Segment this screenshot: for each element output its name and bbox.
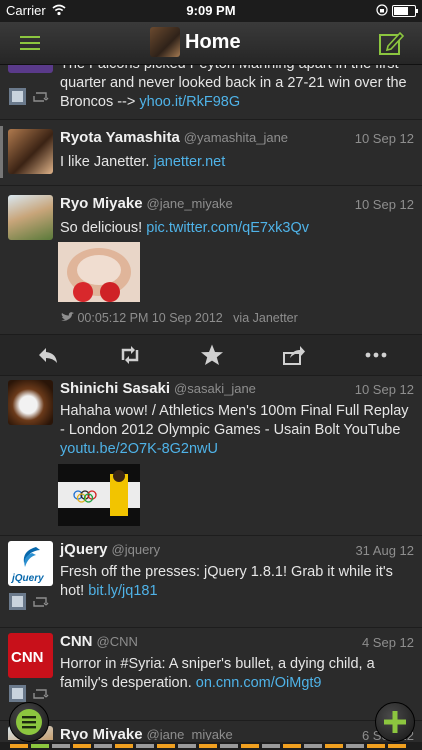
tweet-handle: @jane_miyake: [146, 196, 233, 211]
indicator-segment: [10, 744, 28, 748]
tweet-date: 10 Sep 12: [354, 197, 414, 212]
timeline[interactable]: The Falcons picked Peyton Manning apart …: [0, 65, 422, 740]
jquery-logo: jQuery: [10, 547, 44, 584]
tweet-link[interactable]: janetter.net: [154, 154, 226, 170]
tweet-item-selected[interactable]: Ryo Miyake @jane_miyake 10 Sep 12 So deli…: [0, 186, 422, 333]
video-thumbnail[interactable]: [58, 464, 140, 526]
indicator-segment: [220, 744, 238, 748]
new-tweet-fab[interactable]: [375, 702, 415, 742]
svg-text:jQuery: jQuery: [10, 573, 44, 584]
tweet-photo-thumbnail[interactable]: [58, 242, 140, 302]
indicator-segment: [325, 744, 343, 748]
page-title: Home: [185, 31, 241, 53]
status-bar: Carrier 9:09 PM: [0, 0, 422, 22]
indicator-segment: [73, 744, 91, 748]
indicator-segment: [115, 744, 133, 748]
indicator-segment: [157, 744, 175, 748]
tweet-author[interactable]: Ryo Miyake @jane_miyake: [60, 195, 233, 212]
tweet-author[interactable]: Ryota Yamashita @yamashita_jane: [60, 129, 288, 146]
account-avatar: [150, 27, 180, 57]
indicator-segment: [52, 744, 70, 748]
tweet-author[interactable]: jQuery @jquery: [60, 541, 160, 558]
nav-bar: Home: [0, 22, 422, 65]
user-avatar[interactable]: [8, 195, 53, 240]
battery-icon: [392, 5, 418, 17]
tweet-author[interactable]: CNN @CNN: [60, 633, 138, 650]
tweet-date: 4 Sep 12: [361, 635, 414, 650]
indicator-segment: [367, 744, 385, 748]
tweet-author[interactable]: Ryo Miyake @jane_miyake: [60, 726, 233, 740]
tweet-handle: @CNN: [96, 634, 138, 649]
indicator-segment: [388, 744, 406, 748]
indicator-segment: [283, 744, 301, 748]
reply-icon[interactable]: [36, 343, 60, 367]
indicator-segment: [94, 744, 112, 748]
tweet-handle: @yamashita_jane: [183, 130, 289, 145]
tweet-item[interactable]: Ryo Miyake@jane_miyake 6 Sep 12: [0, 721, 422, 740]
indicator-segment: [241, 744, 259, 748]
menu-fab[interactable]: [9, 702, 49, 742]
favorite-star-icon[interactable]: [200, 343, 224, 367]
retweet-indicator-icon: [9, 685, 49, 702]
tweet-item[interactable]: The Falcons picked Peyton Manning apart …: [0, 65, 422, 120]
tweet-date: 10 Sep 12: [354, 131, 414, 146]
plus-icon: [384, 711, 406, 733]
tweet-link[interactable]: pic.twitter.com/qE7xk3Qv: [146, 220, 309, 236]
indicator-segment: [304, 744, 322, 748]
retweet-indicator-icon: [9, 593, 49, 610]
unread-marker: [0, 126, 3, 178]
tweet-date: 31 Aug 12: [355, 543, 414, 558]
tweet-item[interactable]: CNN CNN @CNN 4 Sep 12 Horror in #Syria: A…: [0, 628, 422, 721]
indicator-segment: [136, 744, 154, 748]
tweet-meta: 00:05:12 PM 10 Sep 2012 via Janetter: [60, 311, 298, 325]
list-icon: [16, 709, 42, 735]
tweet-link[interactable]: on.cnn.com/OiMgt9: [196, 675, 322, 691]
user-avatar[interactable]: [8, 129, 53, 174]
tweet-action-bar: [0, 334, 422, 376]
user-avatar[interactable]: CNN: [8, 633, 53, 678]
user-avatar[interactable]: [8, 380, 53, 425]
retweet-icon[interactable]: [118, 343, 142, 367]
tweet-handle: @jquery: [111, 542, 161, 557]
indicator-segment: [262, 744, 280, 748]
tweet-author[interactable]: Shinichi Sasaki @sasaki_jane: [60, 380, 256, 397]
tweet-link[interactable]: youtu.be/2O7K-8G2nwU: [60, 441, 218, 457]
tweet-text: The Falcons picked Peyton Manning apart …: [60, 65, 407, 110]
tweet-text: Hahaha wow! / Athletics Men's 100m Final…: [60, 403, 409, 457]
tweet-timestamp: 00:05:12 PM 10 Sep 2012: [77, 311, 223, 325]
indicator-segment: [178, 744, 196, 748]
indicator-segment: [31, 744, 49, 748]
compose-icon[interactable]: [378, 30, 404, 56]
user-avatar[interactable]: jQuery: [8, 541, 53, 586]
tweet-date: 10 Sep 12: [354, 382, 414, 397]
tweet-link[interactable]: yhoo.it/RkF98G: [139, 94, 240, 110]
tweet-handle: @jane_miyake: [146, 727, 233, 740]
tweet-link[interactable]: bit.ly/jq181: [88, 583, 157, 599]
tweet-client[interactable]: via Janetter: [233, 311, 298, 325]
tweet-text: I like Janetter. janetter.net: [60, 154, 226, 170]
orientation-lock-icon: [376, 4, 388, 16]
tweet-item[interactable]: jQuery jQuery @jquery 31 Aug 12 Fresh off…: [0, 536, 422, 628]
more-icon[interactable]: [364, 343, 388, 367]
indicator-segment: [199, 744, 217, 748]
tweet-text: Fresh off the presses: jQuery 1.8.1! Gra…: [60, 564, 393, 599]
cnn-logo: CNN: [11, 649, 44, 666]
twitter-bird-icon: [61, 312, 74, 321]
timeline-page-indicator: [0, 742, 422, 750]
share-icon[interactable]: [282, 343, 306, 367]
tweet-text: Horror in #Syria: A sniper's bullet, a d…: [60, 656, 375, 691]
user-avatar[interactable]: [8, 65, 53, 73]
status-time: 9:09 PM: [186, 3, 236, 18]
tweet-handle: @sasaki_jane: [174, 381, 256, 396]
tweet-item[interactable]: Ryota Yamashita @yamashita_jane 10 Sep 12…: [0, 120, 422, 186]
retweet-indicator-icon: [9, 88, 49, 105]
svg-text:CNN: CNN: [11, 649, 44, 666]
tweet-item[interactable]: Shinichi Sasaki @sasaki_jane 10 Sep 12 Ha…: [0, 375, 422, 536]
tweet-text: So delicious! pic.twitter.com/qE7xk3Qv: [60, 220, 310, 236]
indicator-segment: [346, 744, 364, 748]
menu-icon[interactable]: [18, 33, 42, 53]
